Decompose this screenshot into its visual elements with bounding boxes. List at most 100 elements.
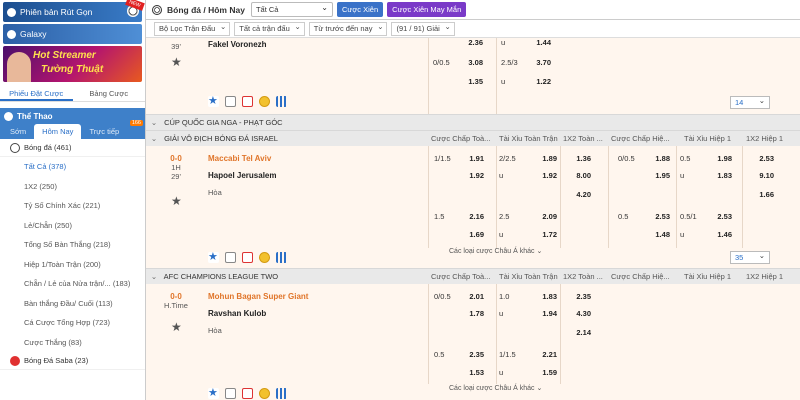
home-team[interactable]: Mohun Bagan Super Giant	[208, 288, 423, 305]
favorite-star-icon[interactable]: ★	[171, 55, 182, 69]
sidebar-subitem-half-odd-even[interactable]: Chẵn / Lẻ của Nửa trận/... (183)	[0, 274, 145, 294]
favorite-star-icon[interactable]: ★	[208, 252, 219, 263]
tab-today[interactable]: Hôm Nay	[34, 124, 82, 139]
odds-value[interactable]: 1.89	[529, 150, 557, 167]
sidebar-item-football[interactable]: Bóng đá (461)	[0, 139, 145, 157]
sidebar-subitem-half-full[interactable]: Hiệp 1/Toàn Trận (200)	[0, 255, 145, 275]
under-label: u	[499, 309, 504, 318]
stats-grid-icon[interactable]	[225, 96, 236, 107]
odds-value[interactable]: 1.53	[464, 364, 484, 381]
galaxy-button[interactable]: Galaxy	[3, 24, 142, 44]
odds-value[interactable]: 1.95	[648, 167, 670, 184]
odds-value[interactable]: 1.78	[464, 305, 484, 322]
more-markets-count[interactable]: 35	[730, 250, 770, 264]
odds-value[interactable]: 2.14	[571, 324, 591, 341]
odds-value[interactable]: 2.53	[648, 208, 670, 225]
odds-value[interactable]: 1.22	[531, 73, 551, 90]
favorite-star-icon[interactable]: ★	[171, 194, 182, 208]
sidebar-subitem-mix-parlay[interactable]: Cá Cược Tổng Hợp (723)	[0, 313, 145, 333]
hot-streamer-banner[interactable]: Hot Streamer Tường Thuật	[3, 46, 142, 82]
odds-value[interactable]: 2.35	[464, 346, 484, 363]
tab-betslip[interactable]: Phiếu Đặt Cược	[0, 86, 73, 101]
sidebar-subitem-outright[interactable]: Cược Thắng (83)	[0, 333, 145, 353]
odds-value[interactable]: 4.20	[571, 186, 591, 203]
chart-icon[interactable]	[276, 96, 287, 107]
chart-icon[interactable]	[276, 388, 287, 399]
odds-value[interactable]: 1.48	[648, 226, 670, 243]
tab-bet-list[interactable]: Bảng Cược	[73, 86, 146, 101]
odds-value[interactable]: 9.10	[754, 167, 774, 184]
odds-value[interactable]: 1.69	[464, 226, 484, 243]
odds-value[interactable]: 1.35	[463, 73, 483, 90]
market-select[interactable]: Tất Cả	[250, 1, 333, 17]
odds-value[interactable]: 2.16	[464, 208, 484, 225]
favorite-star-icon[interactable]: ★	[171, 320, 182, 334]
odds-value[interactable]: 1.92	[464, 167, 484, 184]
more-asian-markets-link[interactable]: Các loại cược Châu Á khác ⌄	[449, 384, 542, 392]
favorite-star-icon[interactable]: ★	[208, 96, 219, 107]
odds-value[interactable]: 1.88	[648, 150, 670, 167]
odds-value[interactable]: 3.08	[463, 54, 483, 71]
odds-value[interactable]: 2.09	[529, 208, 557, 225]
sidebar-subitem-odd-even[interactable]: Lẻ/Chẵn (250)	[0, 216, 145, 236]
time-range-select[interactable]: Từ trước đến nay	[308, 21, 388, 36]
match-filter-select[interactable]: Bộ Lọc Trận Đấu	[154, 21, 231, 36]
odds-value[interactable]: 8.00	[571, 167, 591, 184]
match-time: 39'	[171, 42, 181, 51]
coin-icon[interactable]	[259, 252, 270, 263]
favorite-star-icon[interactable]: ★	[208, 388, 219, 399]
tab-live[interactable]: Trực tiếp	[81, 124, 127, 139]
odds-value[interactable]: 2.53	[754, 150, 774, 167]
home-team[interactable]: Fakel Voronezh	[208, 38, 423, 53]
tab-early[interactable]: Sớm	[2, 124, 34, 139]
league-count-select[interactable]: (91 / 91) Giải	[391, 21, 455, 36]
coin-icon[interactable]	[259, 96, 270, 107]
odds-value[interactable]: 1.44	[531, 38, 551, 51]
live-icon[interactable]	[242, 252, 253, 263]
sidebar-item-saba[interactable]: Bóng Đá Saba (23)	[0, 352, 145, 370]
chart-icon[interactable]	[276, 252, 287, 263]
odds-value[interactable]: 2.36	[463, 38, 483, 51]
odds-value[interactable]: 1.94	[529, 305, 557, 322]
odds-value[interactable]: 1.72	[529, 226, 557, 243]
sidebar-subitem-1x2[interactable]: 1X2 (250)	[0, 177, 145, 197]
sports-header[interactable]: Thể Thao	[0, 108, 145, 124]
league-header[interactable]: ⌄ AFC CHAMPIONS LEAGUE TWO Cược Chấp Toà…	[146, 268, 800, 284]
odds-value[interactable]: 1.36	[571, 150, 591, 167]
league-name: GIẢI VÔ ĐỊCH BÓNG ĐÁ ISRAEL	[164, 134, 278, 143]
sidebar-subitem-total-goals[interactable]: Tổng Số Bàn Thắng (218)	[0, 235, 145, 255]
more-asian-markets-link[interactable]: Các loại cược Châu Á khác ⌄	[449, 247, 542, 255]
live-icon[interactable]	[242, 388, 253, 399]
coin-icon[interactable]	[259, 388, 270, 399]
odds-value[interactable]: 2.21	[529, 346, 557, 363]
sidebar-subitem-all[interactable]: Tất Cả (378)	[0, 157, 145, 177]
stats-grid-icon[interactable]	[225, 388, 236, 399]
odds-value[interactable]: 3.70	[531, 54, 551, 71]
odds-value[interactable]: 1.46	[710, 226, 732, 243]
league-header[interactable]: ⌄ CÚP QUỐC GIA NGA - PHẠT GÓC	[146, 114, 800, 130]
parlay-button[interactable]: Cược Xiên	[336, 2, 384, 17]
odds-value[interactable]: 1.83	[710, 167, 732, 184]
odds-value[interactable]: 1.98	[710, 150, 732, 167]
stats-grid-icon[interactable]	[225, 252, 236, 263]
lucky-parlay-button[interactable]: Cược Xiên May Mắn	[387, 2, 467, 17]
away-team[interactable]: Hapoel Jerusalem	[208, 167, 423, 184]
odds-value[interactable]: 1.83	[529, 288, 557, 305]
live-icon[interactable]	[242, 96, 253, 107]
all-matches-select[interactable]: Tất cả trận đấu	[234, 21, 305, 36]
odds-value[interactable]: 2.53	[710, 208, 732, 225]
odds-value[interactable]: 4.30	[571, 305, 591, 322]
sidebar-subitem-first-last-goal[interactable]: Bàn thắng Đầu/ Cuối (113)	[0, 294, 145, 314]
home-team[interactable]: Maccabi Tel Aviv	[208, 150, 423, 167]
compact-version-button[interactable]: Phiên bản Rút Gọn NEW	[3, 0, 145, 22]
odds-value[interactable]: 2.01	[464, 288, 484, 305]
more-markets-count[interactable]: 14	[730, 95, 770, 109]
odds-value[interactable]: 1.92	[529, 167, 557, 184]
odds-value[interactable]: 1.66	[754, 186, 774, 203]
odds-value[interactable]: 1.91	[464, 150, 484, 167]
odds-value[interactable]: 2.35	[571, 288, 591, 305]
league-header[interactable]: ⌄ GIẢI VÔ ĐỊCH BÓNG ĐÁ ISRAEL Cược Chấp …	[146, 130, 800, 146]
odds-value[interactable]: 1.59	[529, 364, 557, 381]
sidebar-subitem-correct-score[interactable]: Tỷ Số Chính Xác (221)	[0, 196, 145, 216]
away-team[interactable]: Ravshan Kulob	[208, 305, 423, 322]
